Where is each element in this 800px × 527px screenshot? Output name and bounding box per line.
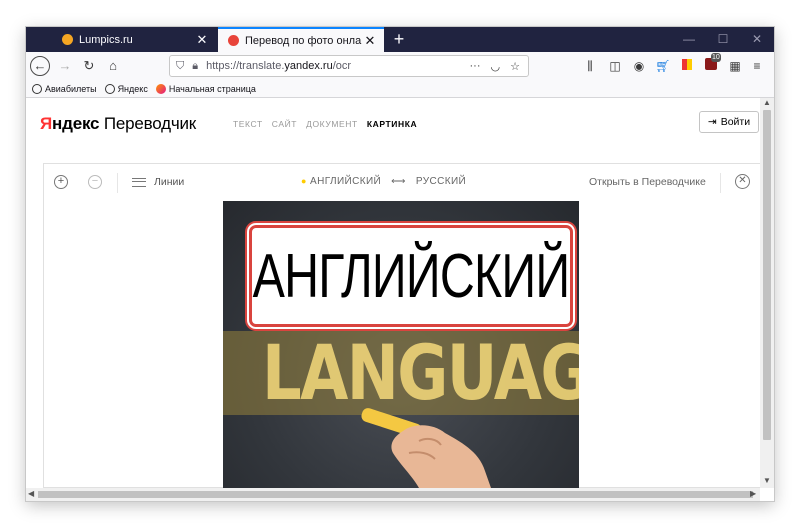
ocr-toolbar: + − Линии ● АНГЛИЙСКИЙ ⟷ РУССКИЙ Открыть… [44, 164, 760, 202]
bookmark-yandex[interactable]: Яндекс [104, 83, 148, 94]
ocr-panel: + − Линии ● АНГЛИЙСКИЙ ⟷ РУССКИЙ Открыть… [43, 163, 761, 488]
bookmark-flag-icon[interactable] [678, 57, 696, 75]
toolbar-divider [720, 173, 721, 193]
bookmark-start-page[interactable]: Начальная страница [155, 83, 256, 94]
tab-bar: Lumpics.ru ✕ Перевод по фото онлайн с ан… [26, 27, 774, 52]
close-image-icon[interactable]: ✕ [735, 174, 750, 189]
tab-lumpics[interactable]: Lumpics.ru ✕ [52, 27, 216, 52]
bookmark-aviabilety[interactable]: Авиабилеты [32, 83, 97, 94]
hand-with-chalk-illustration [361, 408, 491, 488]
service-nav: ТЕКСТ САЙТ ДОКУМЕНТ КАРТИНКА [233, 119, 417, 129]
nav-site[interactable]: САЙТ [272, 119, 297, 129]
uploaded-image: LANGUAGE АНГЛИЙСКИЙ [223, 201, 579, 488]
menu-icon[interactable]: ≡ [748, 57, 766, 75]
pocket-icon[interactable]: ◡ [491, 60, 501, 73]
login-label: Войти [720, 116, 751, 128]
lines-toggle[interactable]: Линии [132, 176, 184, 188]
horizontal-scroll-thumb[interactable] [38, 491, 753, 498]
web-page: Яндекс Переводчик ТЕКСТ САЙТ ДОКУМЕНТ КА… [26, 98, 761, 488]
new-tab-button[interactable]: + [388, 29, 410, 51]
vertical-scrollbar[interactable]: ▲ ▼ [760, 98, 774, 488]
nav-image[interactable]: КАРТИНКА [367, 119, 417, 129]
tab-label: Lumpics.ru [79, 33, 133, 46]
page-actions-icon[interactable]: ··· [470, 60, 481, 73]
shield-icon[interactable]: ⛉ [176, 60, 184, 73]
globe-icon [104, 83, 115, 94]
tab-close-icon[interactable]: ✕ [362, 33, 378, 49]
horizontal-scrollbar[interactable]: ◀ ▶ [26, 488, 760, 501]
lines-label: Линии [154, 176, 185, 188]
open-in-translator-link[interactable]: Открыть в Переводчике [589, 176, 706, 188]
nav-text[interactable]: ТЕКСТ [233, 119, 263, 129]
bookmark-star-icon[interactable]: ☆ [510, 60, 520, 73]
sidebar-icon[interactable]: ◫ [606, 57, 624, 75]
source-language[interactable]: ● АНГЛИЙСКИЙ [301, 176, 381, 187]
browser-window: Lumpics.ru ✕ Перевод по фото онлайн с ан… [26, 27, 774, 501]
login-icon: ⇥ [707, 116, 717, 128]
back-icon[interactable]: ← [30, 56, 50, 76]
library-icon[interactable]: ⫼ [581, 57, 599, 75]
tab-yandex-translate[interactable]: Перевод по фото онлайн с ан ✕ [218, 27, 384, 52]
swap-languages-icon[interactable]: ⟷ [391, 176, 406, 187]
cart-extension-icon[interactable]: 🛒︎ [654, 57, 672, 75]
extensions-icon[interactable]: ▦ [726, 57, 744, 75]
adblock-extension-icon[interactable]: 10 [702, 53, 721, 75]
scroll-up-icon[interactable]: ▲ [763, 98, 771, 107]
url-text[interactable]: https://translate.yandex.ru/ocr [206, 60, 351, 72]
tab-label: Перевод по фото онлайн с ан [245, 34, 362, 47]
scroll-down-icon[interactable]: ▼ [763, 476, 771, 485]
maximize-button[interactable]: ☐ [706, 27, 740, 52]
zoom-out-icon[interactable]: − [88, 175, 102, 189]
scroll-right-icon[interactable]: ▶ [750, 489, 756, 498]
forward-icon[interactable]: → [55, 56, 75, 76]
bookmark-label: Авиабилеты [45, 83, 97, 94]
address-bar[interactable]: ⛉ 🔒︎ https://translate.yandex.ru/ocr ···… [169, 55, 529, 77]
reload-icon[interactable]: ↻ [79, 56, 99, 76]
bookmark-label: Начальная страница [168, 83, 256, 94]
toolbar-divider [117, 173, 118, 193]
lumpics-favicon-icon [62, 34, 73, 45]
login-button[interactable]: ⇥ Войти [699, 111, 759, 133]
yandex-translate-logo[interactable]: Яндекс Переводчик [40, 114, 196, 134]
nav-document[interactable]: ДОКУМЕНТ [306, 119, 358, 129]
navigation-toolbar: ← → ↻ ⌂ ⛉ 🔒︎ https://translate.yandex.ru… [26, 52, 774, 80]
lines-icon [132, 177, 146, 187]
language-selector: ● АНГЛИЙСКИЙ ⟷ РУССКИЙ [301, 176, 466, 187]
home-icon[interactable]: ⌂ [103, 56, 123, 76]
tab-close-icon[interactable]: ✕ [194, 32, 210, 48]
minimize-button[interactable]: — [672, 27, 706, 52]
bookmarks-bar: Авиабилеты Яндекс Начальная страница [26, 80, 774, 98]
zoom-in-icon[interactable]: + [54, 175, 68, 189]
vertical-scroll-thumb[interactable] [763, 110, 771, 440]
lock-icon[interactable]: 🔒︎ [192, 60, 198, 73]
firefox-icon [155, 83, 166, 94]
close-window-button[interactable]: ✕ [740, 27, 774, 52]
bookmark-label: Яндекс [117, 83, 148, 94]
target-language[interactable]: РУССКИЙ [416, 176, 466, 187]
scroll-left-icon[interactable]: ◀ [28, 489, 34, 498]
yandex-translate-favicon-icon [228, 35, 239, 46]
account-icon[interactable]: ◉ [630, 57, 648, 75]
globe-icon [32, 83, 42, 94]
